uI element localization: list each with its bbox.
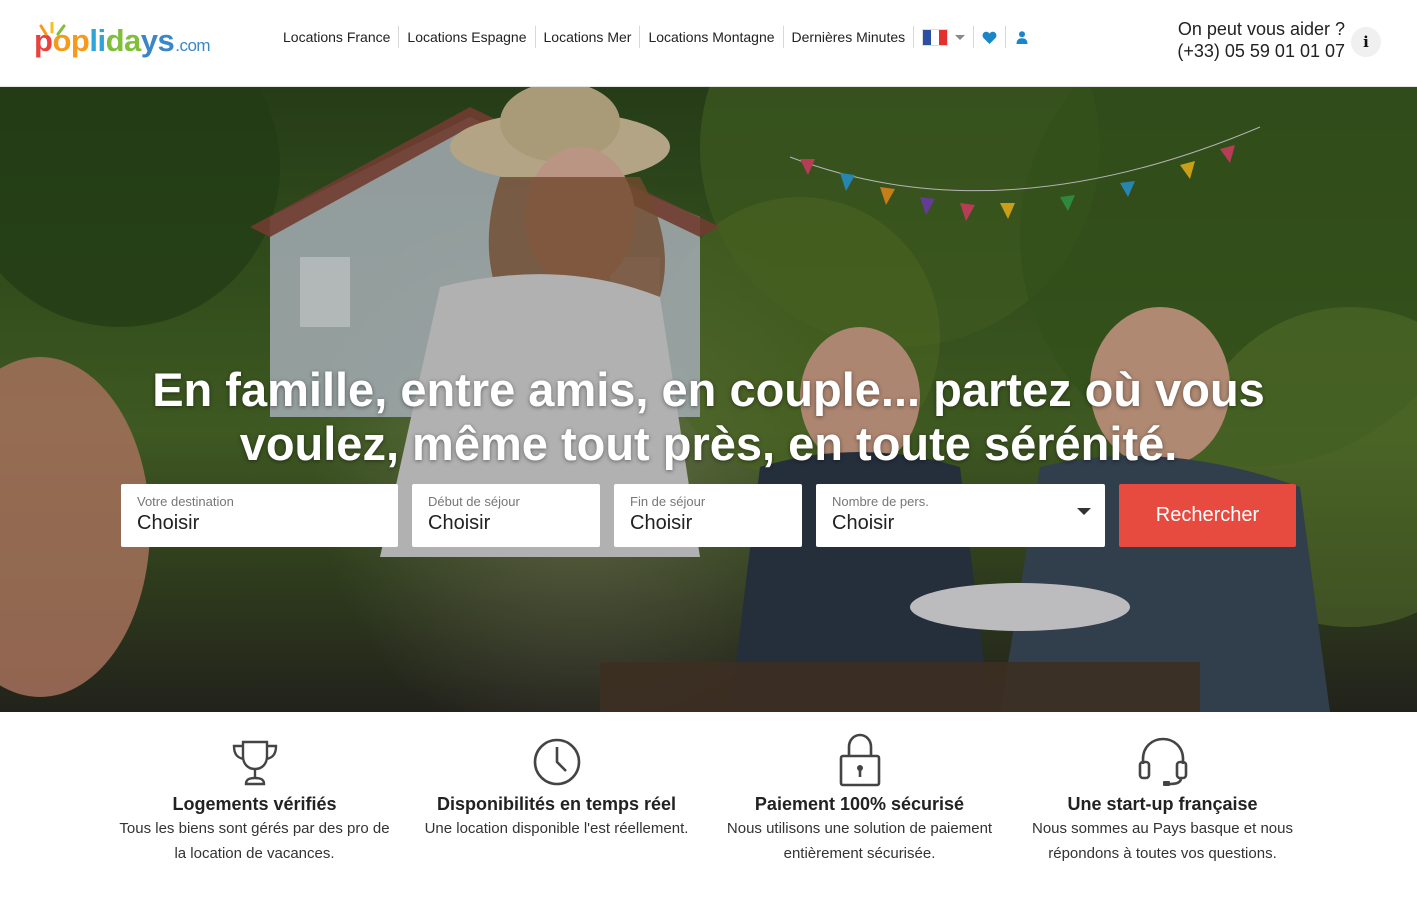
nav-link-locations-montagne[interactable]: Locations Montagne (640, 26, 784, 48)
help-contact: On peut vous aider ? (+33) 05 59 01 01 0… (1177, 18, 1345, 62)
hero-banner: En famille, entre amis, en couple... par… (0, 87, 1417, 712)
heart-icon (982, 31, 997, 44)
nav-link-locations-espagne[interactable]: Locations Espagne (399, 26, 536, 48)
feature-secure-payment: Paiement 100% sécurisé Nous utilisons un… (708, 712, 1011, 866)
account-button[interactable] (1006, 26, 1038, 48)
feature-title: Une start-up française (1067, 794, 1258, 814)
language-selector[interactable] (914, 26, 975, 48)
feature-french-startup: Une start-up française Nous sommes au Pa… (1011, 712, 1314, 866)
search-button[interactable]: Rechercher (1119, 484, 1296, 547)
start-date-field[interactable]: Début de séjour Choisir (412, 484, 600, 547)
help-phone-number[interactable]: (+33) 05 59 01 01 07 (1177, 40, 1345, 62)
feature-text: Une location disponible l'est réellement… (424, 820, 689, 837)
nav-link-locations-mer[interactable]: Locations Mer (536, 26, 641, 48)
hero-title: En famille, entre amis, en couple... par… (152, 363, 1265, 470)
poplidays-logo[interactable]: poplidays.com (34, 22, 214, 66)
feature-text: Nous sommes au Pays basque et nous répon… (1032, 820, 1293, 862)
main-nav: Locations France Locations Espagne Locat… (276, 26, 1038, 48)
site-header: poplidays.com Locations France Locations… (0, 0, 1417, 87)
feature-verified: Logements vérifiés Tous les biens sont g… (103, 712, 406, 866)
guests-select[interactable]: Nombre de pers. Choisir (816, 484, 1105, 547)
feature-title: Paiement 100% sécurisé (754, 794, 965, 814)
france-flag-icon (922, 28, 949, 46)
favorites-button[interactable] (974, 26, 1007, 48)
feature-text: Tous les biens sont gérés par des pro de… (119, 820, 390, 862)
lock-icon (839, 733, 880, 787)
trophy-icon (232, 740, 277, 786)
feature-realtime: Disponibilités en temps réel Une locatio… (405, 712, 708, 841)
headset-icon (1138, 737, 1187, 786)
logo-sun-rays (39, 22, 66, 36)
help-title: On peut vous aider ? (1177, 19, 1345, 39)
features-section: Logements vérifiés Tous les biens sont g… (0, 712, 1417, 903)
feature-title: Disponibilités en temps réel (436, 794, 677, 814)
end-date-field[interactable]: Fin de séjour Choisir (614, 484, 802, 547)
chevron-down-icon (955, 34, 966, 40)
nav-link-locations-france[interactable]: Locations France (276, 26, 400, 48)
nav-link-dernieres-minutes[interactable]: Dernières Minutes (784, 26, 915, 48)
destination-field[interactable]: Votre destination Choisir (121, 484, 398, 547)
user-icon (1016, 30, 1028, 44)
feature-title: Logements vérifiés (172, 794, 337, 814)
feature-text: Nous utilisons une solution de paiement … (726, 820, 993, 862)
clock-icon (533, 738, 580, 786)
info-button[interactable]: i (1351, 27, 1381, 57)
chevron-down-icon (1077, 508, 1091, 515)
